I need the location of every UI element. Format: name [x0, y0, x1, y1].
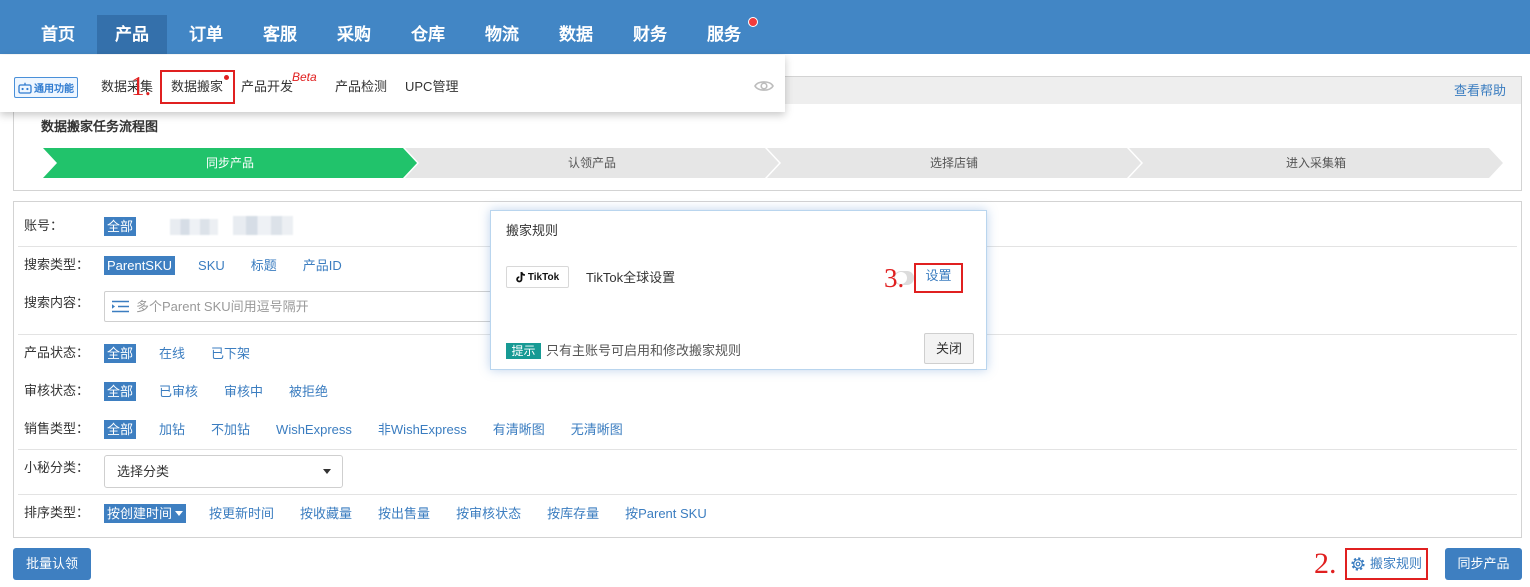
nav-item-home[interactable]: 首页	[23, 15, 93, 54]
sort-option-review-status[interactable]: 按审核状态	[453, 504, 524, 523]
rule-settings-link[interactable]: 设置	[914, 263, 963, 293]
general-functions-badge[interactable]: 通用功能	[14, 77, 78, 98]
product-status-options: 全部 在线 已下架	[104, 344, 253, 363]
category-select-value: 选择分类	[117, 464, 170, 479]
search-content-label: 搜索内容：	[24, 295, 90, 310]
help-link[interactable]: 查看帮助	[1454, 77, 1506, 104]
close-button[interactable]: 关闭	[924, 333, 974, 364]
flow-title: 数据搬家任务流程图	[41, 119, 159, 134]
sort-option-favorites[interactable]: 按收藏量	[297, 504, 355, 523]
sort-option-updated-time[interactable]: 按更新时间	[206, 504, 277, 523]
annotation-step-3: 3.	[884, 263, 905, 293]
sale-type-option-wishexpress[interactable]: WishExpress	[273, 420, 355, 439]
search-type-options: ParentSKU SKU 标题 产品ID	[104, 256, 345, 275]
rule-name: TikTok全球设置	[586, 270, 676, 285]
tiktok-logo: TikTok	[506, 266, 569, 288]
move-rules-button[interactable]: 搬家规则	[1347, 550, 1426, 578]
nav-item-data[interactable]: 数据	[541, 15, 611, 54]
search-type-option-sku[interactable]: SKU	[195, 256, 228, 275]
notification-dot	[748, 17, 758, 27]
sort-option-stock[interactable]: 按库存量	[544, 504, 602, 523]
sort-option-parent-sku[interactable]: 按Parent SKU	[622, 504, 710, 523]
flow-step-enter-collection-box: 进入采集箱	[1129, 148, 1503, 178]
submenu-item-upc-management[interactable]: UPC管理	[405, 78, 458, 96]
divider	[18, 494, 1517, 495]
badge-label: 通用功能	[34, 84, 74, 95]
search-type-label: 搜索类型：	[24, 257, 90, 272]
sale-type-label: 销售类型：	[24, 421, 90, 436]
sort-type-options: 按创建时间 按更新时间 按收藏量 按出售量 按审核状态 按库存量 按Parent…	[104, 504, 710, 523]
account-options: 全部	[104, 217, 137, 236]
sale-type-option-boosted[interactable]: 加钻	[156, 420, 188, 439]
gear-icon	[1351, 557, 1365, 571]
product-status-option-all[interactable]: 全部	[104, 344, 137, 363]
submenu-item-product-development[interactable]: 产品开发	[241, 78, 293, 96]
nav-item-products[interactable]: 产品	[97, 15, 167, 54]
nav-item-finance[interactable]: 财务	[615, 15, 685, 54]
annotation-step-2: 2.	[1314, 547, 1337, 580]
review-status-option-rejected[interactable]: 被拒绝	[286, 382, 331, 401]
page: 首页 产品 订单 客服 采购 仓库 物流 数据 财务 服务 查看帮助 数据搬家任…	[0, 0, 1530, 587]
sort-option-sales[interactable]: 按出售量	[375, 504, 433, 523]
sale-type-option-no-clear-image[interactable]: 无清晰图	[568, 420, 626, 439]
tiktok-logo-text: TikTok	[527, 271, 560, 283]
review-status-option-pending[interactable]: 审核中	[221, 382, 266, 401]
annotation-step-1: 1.	[131, 71, 152, 101]
caret-down-icon	[323, 469, 331, 474]
sale-type-option-non-wishexpress[interactable]: 非WishExpress	[375, 420, 470, 439]
account-option-all[interactable]: 全部	[104, 217, 137, 236]
sale-type-option-not-boosted[interactable]: 不加钻	[208, 420, 253, 439]
move-rules-label: 搬家规则	[1370, 556, 1423, 571]
flow-step-sync-products: 同步产品	[43, 148, 417, 178]
divider	[18, 449, 1517, 450]
product-status-option-online[interactable]: 在线	[156, 344, 188, 363]
nav-item-warehouse[interactable]: 仓库	[393, 15, 463, 54]
move-rules-dialog: 搬家规则 TikTok TikTok全球设置 3. 设置 提示 只有主账号可启用…	[490, 210, 987, 370]
sale-type-options: 全部 加钻 不加钻 WishExpress 非WishExpress 有清晰图 …	[104, 420, 626, 439]
dialog-title: 搬家规则	[506, 223, 559, 238]
search-type-option-product-id[interactable]: 产品ID	[300, 256, 345, 275]
tip-badge: 提示	[506, 343, 541, 359]
category-select[interactable]: 选择分类	[104, 455, 343, 488]
account-option-blurred[interactable]	[170, 219, 218, 235]
robot-icon	[18, 82, 32, 94]
list-icon	[112, 300, 129, 313]
submenu-item-data-migration[interactable]: 数据搬家	[171, 78, 223, 96]
account-option-blurred[interactable]	[233, 216, 293, 235]
review-status-label: 审核状态：	[24, 383, 90, 398]
new-dot	[224, 75, 229, 80]
sort-option-created-time[interactable]: 按创建时间	[104, 504, 187, 523]
bulk-claim-button[interactable]: 批量认领	[13, 548, 91, 580]
sale-type-option-has-clear-image[interactable]: 有清晰图	[490, 420, 548, 439]
search-type-option-title[interactable]: 标题	[248, 256, 280, 275]
account-label: 账号：	[24, 218, 64, 233]
tiktok-icon	[516, 271, 525, 283]
nav-item-logistics[interactable]: 物流	[467, 15, 537, 54]
flow-step-claim-products: 认领产品	[405, 148, 779, 178]
nav-item-purchasing[interactable]: 采购	[319, 15, 389, 54]
beta-tag: Beta	[292, 70, 317, 84]
product-status-option-delisted[interactable]: 已下架	[208, 344, 253, 363]
review-status-options: 全部 已审核 审核中 被拒绝	[104, 382, 331, 401]
review-status-option-all[interactable]: 全部	[104, 382, 137, 401]
eye-icon[interactable]	[754, 79, 774, 93]
product-status-label: 产品状态：	[24, 345, 90, 360]
category-label: 小秘分类：	[24, 460, 90, 475]
flow-step-select-store: 选择店铺	[767, 148, 1141, 178]
sort-type-label: 排序类型：	[24, 505, 90, 520]
sync-products-button[interactable]: 同步产品	[1445, 548, 1522, 580]
search-type-option-parentsku[interactable]: ParentSKU	[104, 256, 176, 275]
top-nav-bar: 首页 产品 订单 客服 采购 仓库 物流 数据 财务 服务	[0, 0, 1530, 54]
review-status-option-approved[interactable]: 已审核	[156, 382, 201, 401]
submenu-item-product-check[interactable]: 产品检测	[335, 78, 387, 96]
nav-item-orders[interactable]: 订单	[171, 15, 241, 54]
tip-text: 只有主账号可启用和修改搬家规则	[546, 343, 742, 358]
product-submenu: 通用功能 数据采集 1. 数据搬家 产品开发 Beta 产品检测 UPC管理	[0, 55, 785, 112]
sale-type-option-all[interactable]: 全部	[104, 420, 137, 439]
nav-item-customer-service[interactable]: 客服	[245, 15, 315, 54]
